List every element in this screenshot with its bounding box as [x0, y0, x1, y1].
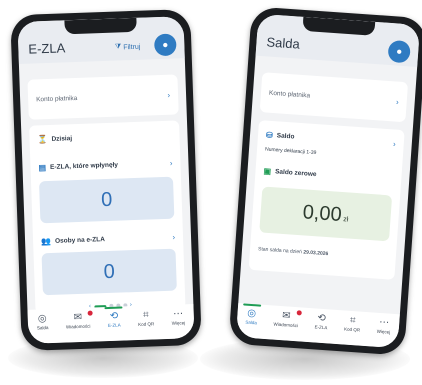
- qr-icon: ⌗: [349, 314, 356, 327]
- phone-left: E-ZLA ⧩ Filtruj ● Konto płatnika › ⏳ Dzi…: [10, 8, 202, 352]
- stan-salda: Stan salda na dzień 29.03.2026: [258, 246, 329, 257]
- nav-label: Wiadomości: [273, 321, 299, 329]
- filter-label: Filtruj: [123, 43, 141, 51]
- nav-label: Więcej: [376, 328, 391, 335]
- nav-label: E-ZLA: [314, 324, 328, 331]
- saldo-label: Saldo: [276, 132, 295, 141]
- persons-label: Osoby na e-ZLA: [54, 236, 106, 245]
- saldo-row[interactable]: ⛁ Saldo ›: [266, 131, 396, 149]
- screen-left: E-ZLA ⧩ Filtruj ● Konto płatnika › ⏳ Dzi…: [17, 16, 195, 344]
- chevron-right-icon: ›: [172, 232, 176, 242]
- chevron-right-icon: ›: [169, 158, 173, 168]
- balance-icon: ◎: [37, 313, 47, 325]
- chevron-right-icon: ›: [392, 139, 397, 149]
- qr-icon: ⌗: [142, 309, 149, 321]
- saldo-value: 0,00: [301, 201, 343, 227]
- nav-item-kod-qr[interactable]: ⌗ Kod QR: [344, 315, 361, 333]
- balance-icon: ◎: [246, 307, 257, 320]
- bottom-nav: ◎ Salda ✉ Wiadomości ⟲ E-ZLA ⌗ Kod QR ⋯ …: [235, 303, 400, 349]
- ezla-received-row[interactable]: ▤ E-ZLA, które wpłynęły ›: [38, 159, 172, 173]
- coins-icon: ⛁: [265, 130, 274, 141]
- phone-right: Salda ● Konto płatnika › ⛁ Saldo › Numer…: [228, 6, 422, 356]
- ezla-received-value: 0: [39, 176, 175, 224]
- saldo-unit: zł: [343, 216, 349, 224]
- account-label: Konto płatnika: [36, 94, 78, 104]
- nav-item-wiecej[interactable]: ⋯ Więcej: [171, 308, 186, 326]
- page-title: Salda: [266, 34, 301, 52]
- account-row: Konto płatnika ›: [36, 91, 170, 105]
- saldo-zerowe-label: Saldo zerowe: [274, 168, 317, 179]
- profile-icon[interactable]: ●: [153, 33, 177, 57]
- stan-date: 29.03.2026: [303, 249, 329, 258]
- saldo-card: ⛁ Saldo › Numery deklaracji 1-39 ▣ Saldo…: [248, 120, 405, 280]
- nav-label: Kod QR: [343, 326, 361, 333]
- hourglass-icon: ⏳: [37, 135, 48, 145]
- stan-prefix: Stan salda na dzień: [257, 246, 303, 256]
- today-header: ⏳ Dzisiaj: [37, 131, 171, 145]
- today-card: ⏳ Dzisiaj ▤ E-ZLA, które wpłynęły › 0 👥 …: [29, 120, 186, 314]
- declaration-row: Numery deklaracji 1-39: [265, 147, 395, 162]
- ezla-icon: ⟲: [109, 310, 119, 322]
- persons-row[interactable]: 👥 Osoby na e-ZLA ›: [41, 233, 175, 247]
- bottom-nav: ◎ Salda ✉ Wiadomości ⟲ E-ZLA ⌗ Kod QR ⋯ …: [27, 304, 195, 344]
- mail-icon: ✉: [73, 311, 83, 324]
- nav-label: Więcej: [171, 320, 186, 326]
- filter-button[interactable]: ⧩ Filtruj: [115, 43, 141, 52]
- persons-value: 0: [41, 248, 177, 296]
- nav-item-salda[interactable]: ◎ Salda: [36, 313, 49, 331]
- notification-badge: [87, 310, 94, 316]
- more-icon: ⋯: [172, 308, 184, 320]
- nav-label: E-ZLA: [107, 322, 121, 329]
- profile-icon[interactable]: ●: [387, 39, 411, 64]
- account-row: Konto płatnika ›: [269, 89, 399, 107]
- nav-item-ezla[interactable]: ⟲ E-ZLA: [107, 310, 121, 329]
- page-title: E-ZLA: [28, 40, 66, 57]
- nav-label: Salda: [36, 325, 49, 331]
- declaration-text: Numery deklaracji 1-39: [264, 146, 317, 157]
- account-card[interactable]: Konto płatnika ›: [259, 72, 409, 123]
- nav-item-salda[interactable]: ◎ Salda: [245, 308, 258, 326]
- filter-icon: ⧩: [114, 43, 122, 51]
- more-icon: ⋯: [378, 316, 390, 329]
- notch: [64, 17, 137, 35]
- nav-label: Salda: [245, 319, 257, 326]
- account-label: Konto płatnika: [268, 89, 311, 100]
- screen-right: Salda ● Konto płatnika › ⛁ Saldo › Numer…: [235, 13, 421, 349]
- nav-item-wiadomosci[interactable]: ✉ Wiadomości: [273, 310, 303, 329]
- document-icon: ▤: [38, 163, 47, 173]
- wallet-icon: ▣: [263, 166, 272, 176]
- mail-icon: ✉: [281, 310, 291, 322]
- people-icon: 👥: [40, 236, 52, 247]
- notification-badge: [296, 310, 303, 316]
- saldo-value-box: 0,00 zł: [259, 186, 393, 242]
- nav-item-kod-qr[interactable]: ⌗ Kod QR: [138, 309, 155, 327]
- ezla-received-label: E-ZLA, które wpłynęły: [49, 161, 119, 171]
- chevron-right-icon: ›: [167, 90, 171, 100]
- today-label: Dzisiaj: [51, 135, 73, 143]
- nav-label: Kod QR: [138, 321, 155, 327]
- nav-item-wiecej[interactable]: ⋯ Więcej: [377, 317, 392, 335]
- chevron-right-icon: ›: [395, 97, 399, 107]
- nav-item-wiadomosci[interactable]: ✉ Wiadomości: [65, 310, 94, 330]
- saldo-zerowe-row: ▣ Saldo zerowe: [263, 166, 393, 184]
- ezla-icon: ⟲: [317, 312, 327, 325]
- nav-item-ezla[interactable]: ⟲ E-ZLA: [314, 312, 328, 331]
- account-card[interactable]: Konto płatnika ›: [27, 74, 179, 120]
- nav-label: Wiadomości: [65, 323, 91, 330]
